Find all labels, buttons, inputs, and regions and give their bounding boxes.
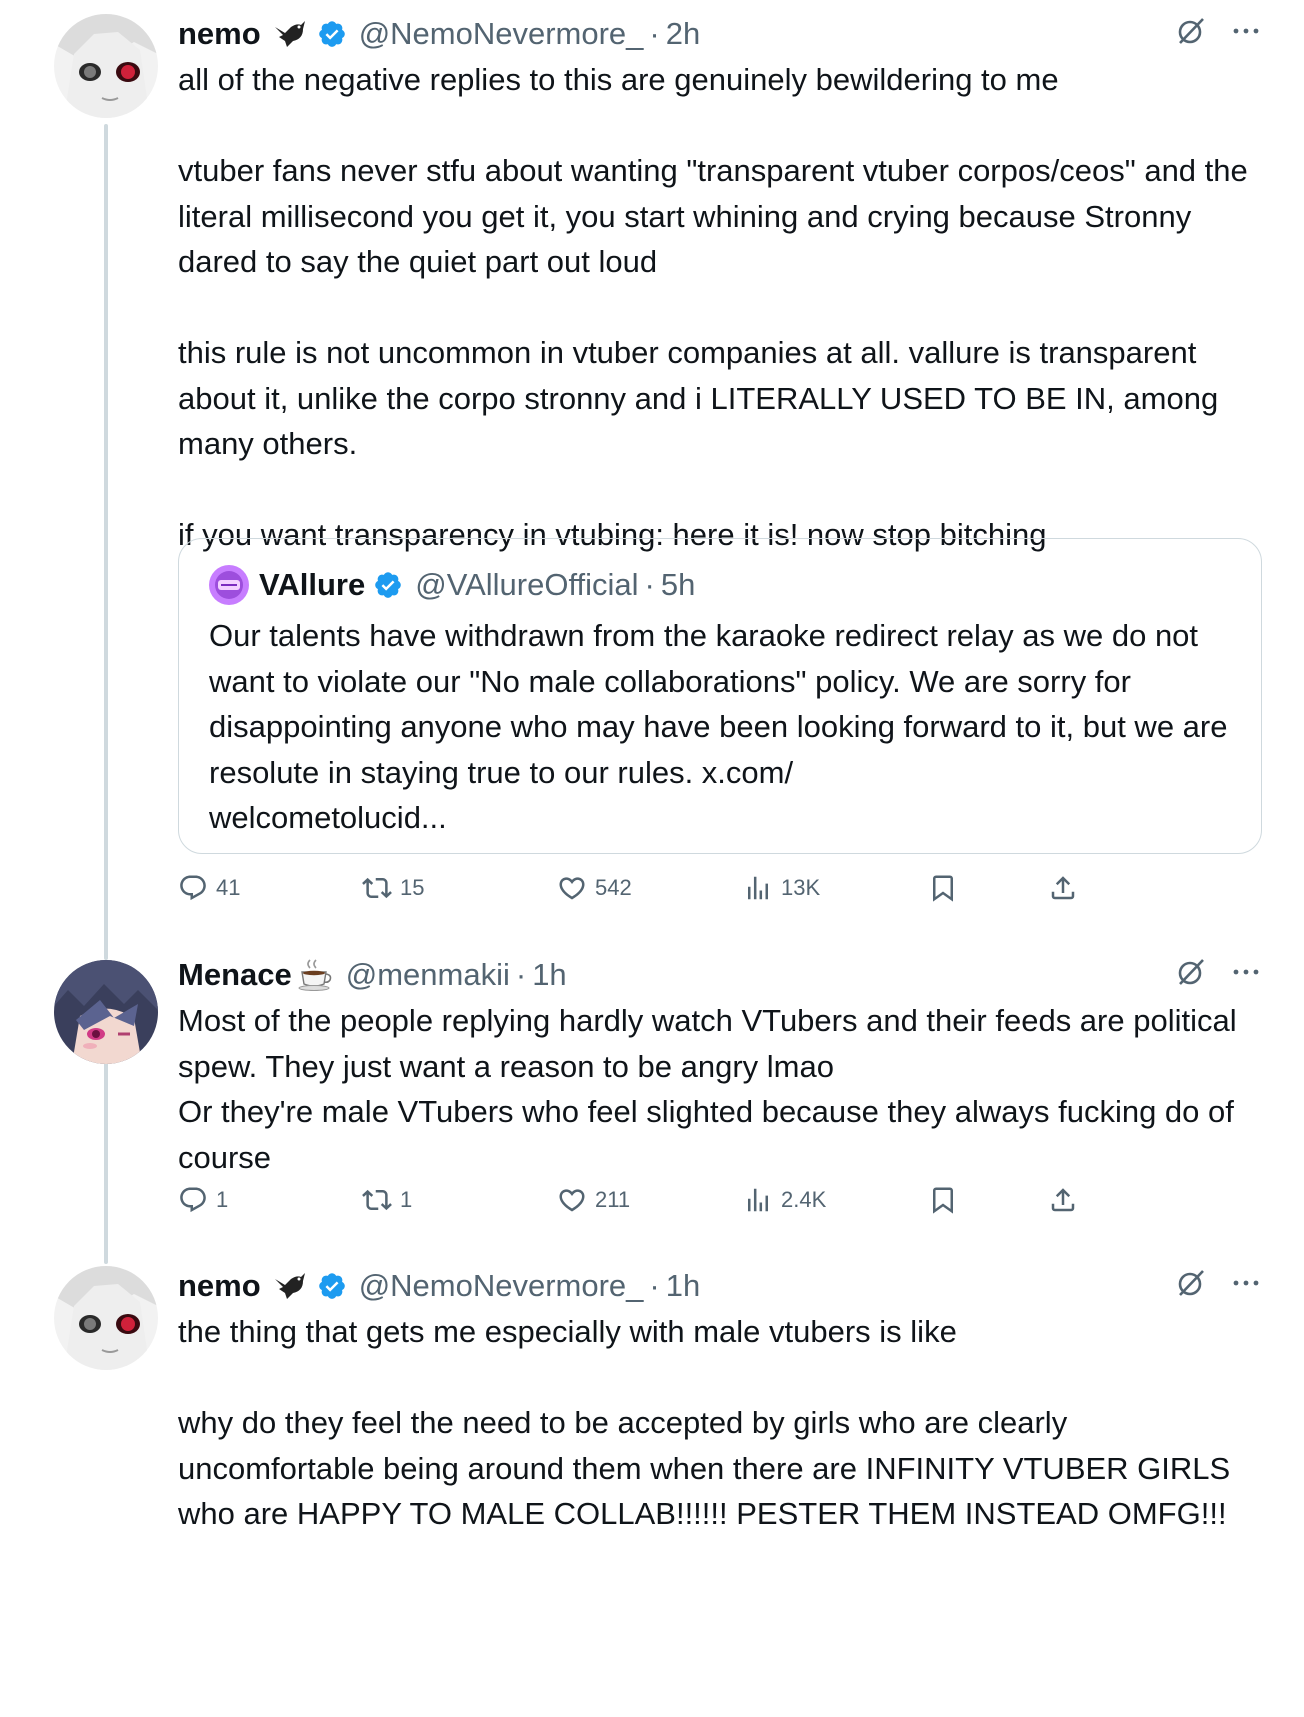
bookmark-icon (933, 875, 953, 902)
repost-count: 15 (400, 875, 425, 900)
more-options-icon[interactable] (1232, 968, 1260, 976)
handle[interactable]: @NemoNevermore_ (359, 1268, 644, 1304)
tweet-header: nemo @NemoNevermore_ · 2h (178, 10, 1260, 58)
views-icon (748, 876, 768, 900)
heart-icon (559, 877, 585, 900)
reply-button[interactable]: 1 (178, 1185, 362, 1215)
repost-count: 1 (400, 1187, 413, 1212)
bookmark-icon (933, 1187, 953, 1214)
tweet-header: Menace @menmakii · 1h (178, 951, 1260, 999)
view-count: 13K (781, 875, 821, 900)
separator-dot: · (649, 16, 660, 51)
share-button[interactable] (1048, 1185, 1078, 1215)
display-name[interactable]: nemo (178, 16, 261, 52)
heart-icon (559, 1189, 585, 1212)
reply-button[interactable]: 41 (178, 873, 362, 903)
reply-count: 1 (216, 1187, 229, 1212)
quote-display-name[interactable]: VAllure (259, 567, 365, 603)
views-icon (748, 1188, 768, 1212)
like-count: 211 (595, 1187, 631, 1212)
display-name[interactable]: Menace (178, 957, 292, 993)
bookmark-button[interactable] (928, 873, 1048, 903)
reply-icon (180, 1187, 206, 1213)
like-count: 542 (595, 875, 632, 900)
bookmark-button[interactable] (928, 1185, 1048, 1215)
view-count: 2.4K (781, 1187, 827, 1212)
repost-button[interactable]: 1 (362, 1185, 557, 1215)
more-options-icon[interactable] (1232, 27, 1260, 35)
verified-badge-icon[interactable] (373, 570, 403, 600)
avatar[interactable] (54, 14, 158, 118)
timestamp[interactable]: 1h (666, 1268, 700, 1304)
quote-header: VAllure @VAllureOfficial · 5h (209, 561, 1231, 609)
quote-avatar[interactable] (209, 565, 249, 605)
coffee-icon (296, 958, 334, 992)
repost-icon (362, 1189, 392, 1211)
verified-badge-icon[interactable] (317, 19, 347, 49)
repost-button[interactable]: 15 (362, 873, 557, 903)
share-icon (1051, 876, 1075, 900)
thread-line (104, 1042, 108, 1264)
display-name[interactable]: nemo (178, 1268, 261, 1304)
timestamp[interactable]: 1h (532, 957, 566, 993)
timestamp[interactable]: 2h (666, 16, 700, 52)
quote-handle[interactable]: @VAllureOfficial (415, 567, 638, 603)
separator-dot: · (644, 567, 655, 602)
repost-icon (362, 877, 392, 899)
tweet-actions: 1 1 211 2.4K (178, 1180, 1148, 1220)
tweet-text: Most of the people replying hardly watch… (178, 1003, 1237, 1175)
separator-dot: · (649, 1268, 660, 1303)
share-icon (1051, 1188, 1075, 1212)
share-button[interactable] (1048, 873, 1078, 903)
grok-icon[interactable] (1176, 957, 1206, 987)
handle[interactable]: @NemoNevermore_ (359, 16, 644, 52)
more-options-icon[interactable] (1232, 1279, 1260, 1287)
avatar[interactable] (54, 960, 158, 1064)
quote-text: Our talents have withdrawn from the kara… (209, 618, 1228, 835)
tweet-actions: 41 15 542 13K (178, 868, 1148, 908)
avatar[interactable] (54, 1266, 158, 1370)
tweet-header: nemo @NemoNevermore_ · 1h (178, 1262, 1260, 1310)
tweet-text: the thing that gets me especially with m… (178, 1314, 1231, 1531)
reply-icon (180, 875, 206, 901)
bird-icon (271, 1269, 309, 1303)
views-button[interactable]: 13K (743, 873, 928, 903)
quote-timestamp[interactable]: 5h (661, 567, 695, 603)
grok-icon[interactable] (1176, 16, 1206, 46)
verified-badge-icon[interactable] (317, 1271, 347, 1301)
grok-icon[interactable] (1176, 1268, 1206, 1298)
bird-icon (271, 17, 309, 51)
separator-dot: · (515, 957, 527, 992)
thread-line (104, 124, 108, 960)
handle[interactable]: @menmakii (346, 957, 510, 993)
like-button[interactable]: 542 (557, 873, 743, 903)
reply-count: 41 (216, 875, 241, 900)
tweet-text: all of the negative replies to this are … (178, 62, 1248, 552)
like-button[interactable]: 211 (557, 1185, 743, 1215)
views-button[interactable]: 2.4K (743, 1185, 928, 1215)
quote-tweet[interactable]: VAllure @VAllureOfficial · 5h Our talent… (178, 538, 1262, 854)
